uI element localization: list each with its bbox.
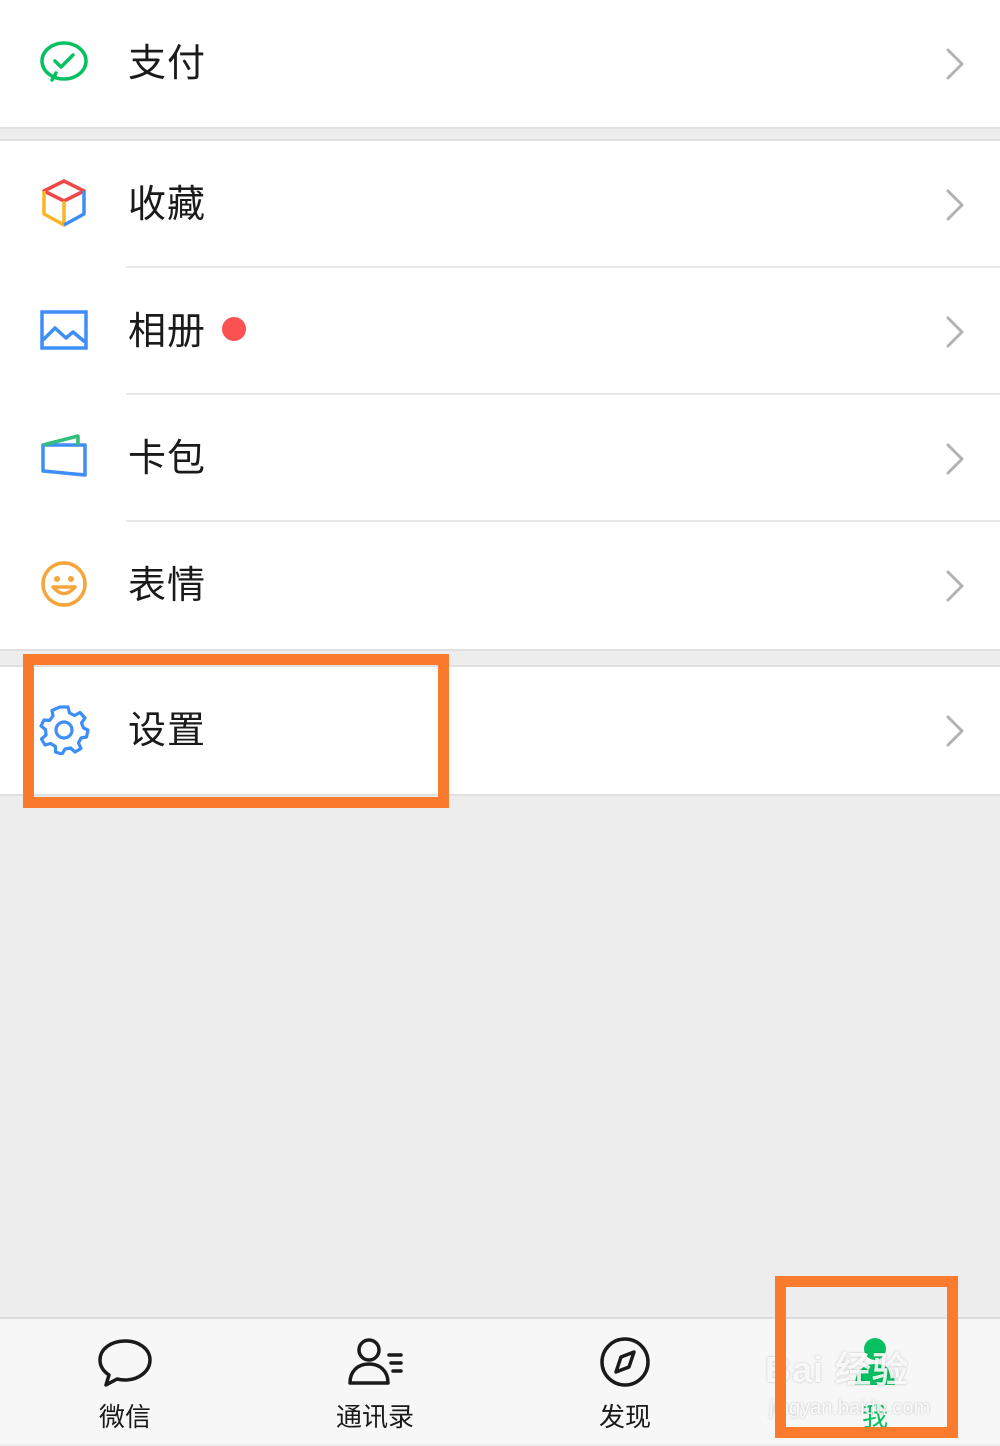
favorites-cube-icon <box>38 177 90 229</box>
settings-section: 设置 <box>0 665 1000 796</box>
smiley-icon <box>38 558 90 610</box>
album-new-badge <box>222 317 246 341</box>
gear-icon <box>38 703 90 755</box>
menu-item-album[interactable]: 相册 <box>0 268 1000 395</box>
pay-section: 支付 <box>0 0 1000 129</box>
album-picture-icon <box>38 304 90 356</box>
features-section: 收藏 相册 卡包 表情 <box>0 139 1000 651</box>
chevron-right-icon <box>944 713 966 749</box>
tab-label: 微信 <box>98 1403 151 1433</box>
menu-item-label: 支付 <box>128 41 207 85</box>
chevron-right-icon <box>944 441 966 477</box>
menu-item-label: 卡包 <box>128 436 207 480</box>
chevron-right-icon <box>944 314 966 350</box>
contacts-icon <box>345 1335 405 1391</box>
menu-item-cards[interactable]: 卡包 <box>0 395 1000 522</box>
compass-icon <box>595 1335 655 1391</box>
wechat-pay-icon <box>38 36 90 88</box>
bottom-tab-bar: 微信 通讯录 发现 我 <box>0 1317 1000 1444</box>
menu-item-settings[interactable]: 设置 <box>0 667 1000 794</box>
menu-item-stickers[interactable]: 表情 <box>0 522 1000 649</box>
chevron-right-icon <box>944 187 966 223</box>
tab-label: 通讯录 <box>335 1403 414 1433</box>
tab-contacts[interactable]: 通讯录 <box>250 1319 500 1446</box>
tab-me[interactable]: 我 <box>750 1319 1000 1446</box>
tab-chats[interactable]: 微信 <box>0 1319 250 1446</box>
menu-item-label: 收藏 <box>128 182 207 226</box>
menu-item-label: 相册 <box>128 309 207 353</box>
menu-item-favorites[interactable]: 收藏 <box>0 141 1000 268</box>
menu-item-label: 表情 <box>128 563 207 607</box>
tab-label: 发现 <box>598 1403 651 1433</box>
menu-item-label: 设置 <box>128 708 207 752</box>
card-wallet-icon <box>38 431 90 483</box>
tab-discover[interactable]: 发现 <box>500 1319 750 1446</box>
chevron-right-icon <box>944 568 966 604</box>
me-person-icon <box>845 1335 905 1391</box>
menu-item-pay[interactable]: 支付 <box>0 0 1000 127</box>
chevron-right-icon <box>944 46 966 82</box>
tab-label: 我 <box>861 1403 888 1433</box>
chat-bubble-icon <box>95 1335 155 1391</box>
